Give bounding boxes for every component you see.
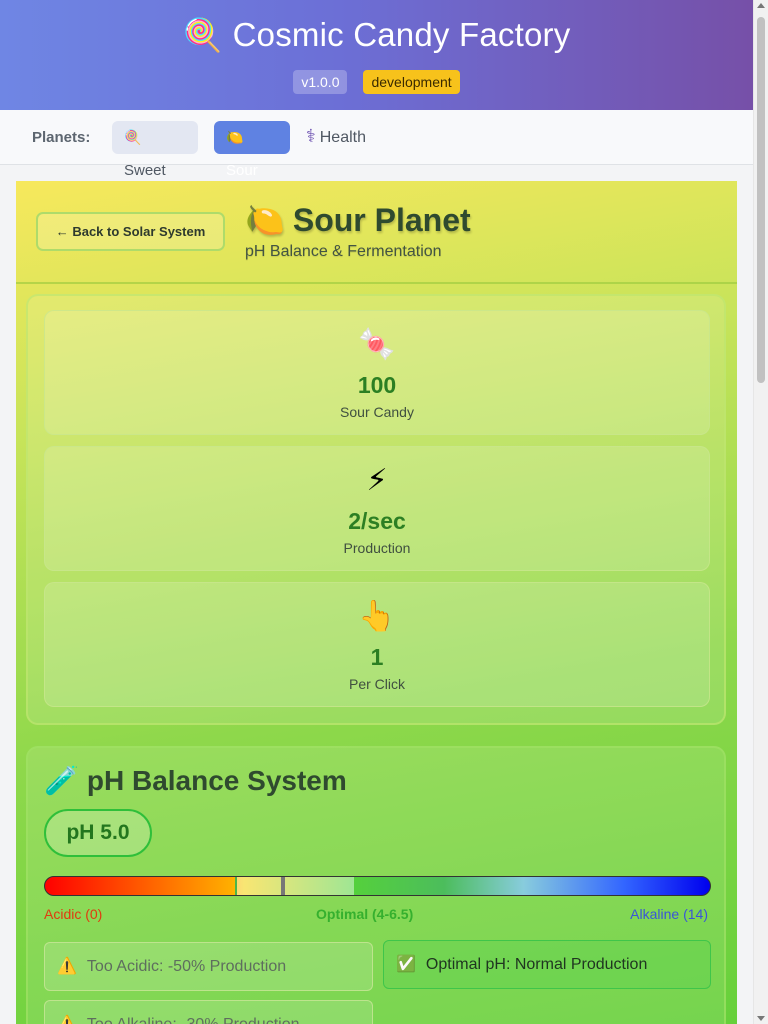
nav-sweet-label: Sweet [124, 162, 166, 179]
nav-sour-label: Sour [226, 162, 258, 179]
planet-nav: Planets: 🍭 Sweet 🍋 Sour ⚕ Health [0, 110, 753, 179]
test-tube-icon: 🧪 [44, 765, 79, 796]
stat-value: 100 [357, 372, 397, 398]
back-to-solar-system-button[interactable]: ← Back to Solar System [36, 212, 225, 251]
scrollbar-thumb[interactable] [757, 17, 765, 383]
lightning-icon: ⚡ [366, 464, 388, 497]
lemon-icon: 🍋 [245, 202, 285, 238]
nav-health-button[interactable]: ⚕ Health [300, 121, 390, 154]
scroll-up-icon[interactable] [757, 3, 765, 8]
app-title: 🍭 Cosmic Candy Factory [0, 16, 753, 54]
stat-card-candy: 🍬 100 Sour Candy [44, 310, 710, 435]
check-mark-icon: ✅ [396, 956, 416, 973]
stat-card-production: ⚡ 2/sec Production [44, 446, 710, 571]
sour-planet-panel: ← Back to Solar System 🍋 Sour Planet pH B… [16, 181, 737, 1024]
stat-label: Per Click [348, 676, 405, 692]
planet-title: 🍋 Sour Planet [245, 201, 471, 239]
ph-acidic-label: Acidic (0) [44, 906, 103, 922]
stat-value: 2/sec [348, 508, 406, 534]
warning-icon: ⚠️ [57, 958, 77, 975]
stat-label: Sour Candy [340, 404, 414, 420]
effect-label: Too Acidic: -50% Production [86, 958, 287, 975]
nav-sweet-button[interactable]: 🍭 Sweet [112, 121, 198, 179]
candy-icon: 🍬 [358, 328, 396, 361]
effect-label: Optimal pH: Normal Production [425, 956, 648, 973]
stat-card-per-click: 👆 1 Per Click [44, 582, 710, 707]
planet-header: ← Back to Solar System 🍋 Sour Planet pH B… [16, 181, 737, 284]
stats-panel: 🍬 100 Sour Candy ⚡ 2/sec Production 👆 1 … [26, 294, 726, 725]
environment-badge: development [363, 70, 460, 94]
effect-optimal: ✅ Optimal pH: Normal Production [383, 940, 711, 989]
lollipop-icon: 🍭 [182, 17, 223, 53]
caduceus-icon: ⚕ [306, 126, 316, 146]
page-scrollbar[interactable] [753, 0, 768, 1024]
effect-label: Too Alkaline: -30% Production [87, 1016, 300, 1024]
ph-current-badge: pH 5.0 [44, 809, 152, 857]
scroll-down-icon[interactable] [757, 1016, 765, 1021]
ph-balance-panel: 🧪 pH Balance System pH 5.0 Acidic (0) Opt… [26, 746, 726, 1024]
ph-alkaline-label: Alkaline (14) [630, 906, 708, 922]
nav-sour-button[interactable]: 🍋 Sour [214, 121, 290, 179]
app-header: 🍭 Cosmic Candy Factory v1.0.0 development [0, 0, 753, 110]
version-badge: v1.0.0 [293, 70, 348, 94]
ph-current-marker [280, 877, 285, 895]
ph-scale-bar [44, 876, 711, 896]
lemon-icon: 🍋 [226, 129, 244, 145]
lollipop-icon: 🍭 [124, 129, 142, 145]
warning-icon: ⚠️ [57, 1016, 77, 1024]
planet-title-text: Sour Planet [292, 202, 471, 238]
stat-value: 1 [370, 644, 384, 670]
ph-optimal-label: Optimal (4-6.5) [316, 906, 414, 922]
header-badges: v1.0.0 development [0, 70, 753, 94]
nav-health-label: Health [319, 129, 366, 146]
ph-title: 🧪 pH Balance System [44, 764, 347, 797]
effect-too-alkaline: ⚠️ Too Alkaline: -30% Production [44, 1000, 373, 1024]
stat-label: Production [343, 540, 411, 556]
pointing-hand-icon: 👆 [358, 600, 396, 633]
effect-too-acidic: ⚠️ Too Acidic: -50% Production [44, 942, 373, 991]
planets-label: Planets: [32, 129, 91, 146]
ph-title-text: pH Balance System [86, 765, 347, 796]
ph-optimal-range [235, 877, 354, 895]
planet-subtitle: pH Balance & Fermentation [245, 243, 442, 260]
app-title-text: Cosmic Candy Factory [232, 16, 571, 53]
